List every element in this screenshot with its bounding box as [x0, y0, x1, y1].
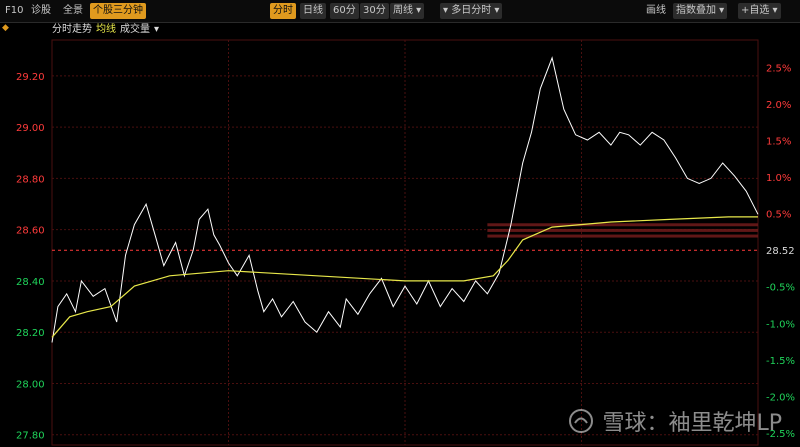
right-tick-label: -1.5% [766, 356, 795, 367]
left-tick-label: 28.60 [16, 226, 45, 237]
watermark-text: 雪球：袖里乾坤LP [602, 411, 782, 436]
right-tick-label: 0.5% [766, 210, 791, 221]
left-tick-label: 28.40 [16, 277, 45, 288]
right-tick-label: -0.5% [766, 283, 795, 294]
right-tick-label: -2.0% [766, 392, 795, 403]
right-tick-label: 2.5% [766, 63, 791, 74]
watermark: 雪球：袖里乾坤LP [568, 405, 782, 437]
depth-bar [487, 228, 758, 232]
left-tick-label: 28.00 [16, 379, 45, 390]
left-tick-label: 29.00 [16, 123, 45, 134]
snowball-logo-icon [568, 408, 594, 434]
right-tick-label: 2.0% [766, 100, 791, 111]
left-tick-label: 29.20 [16, 72, 45, 83]
left-tick-label: 28.80 [16, 174, 45, 185]
left-tick-label: 27.80 [16, 431, 45, 442]
depth-bar [487, 223, 758, 227]
intraday-chart: 29.20 29.00 28.80 28.60 28.40 28.20 28.00 27.80… [16, 39, 795, 446]
right-tick-label: 1.0% [766, 173, 791, 184]
left-tick-label: 28.20 [16, 328, 45, 339]
right-tick-label: -1.0% [766, 319, 795, 330]
right-tick-label: 1.5% [766, 137, 791, 148]
prev-close-label: 28.52 [766, 246, 795, 257]
